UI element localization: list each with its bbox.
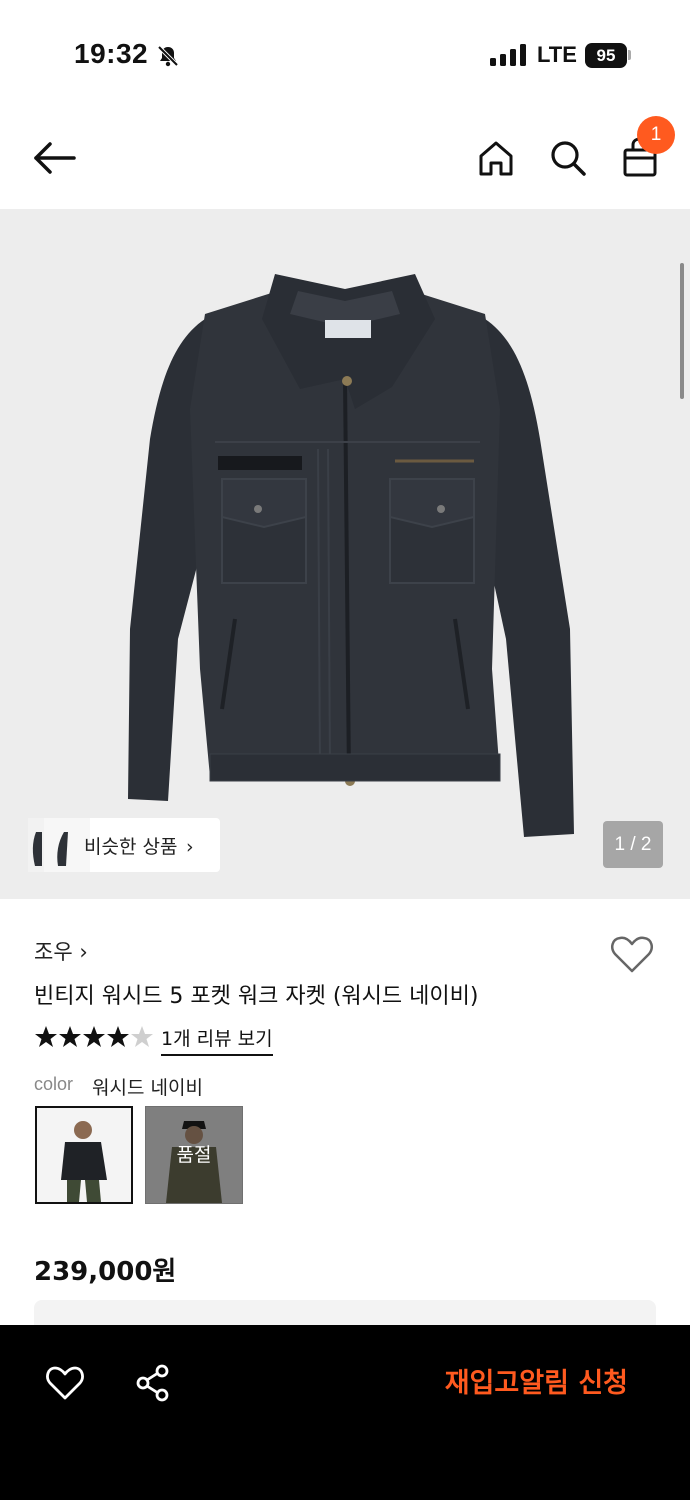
image-scrollbar[interactable] xyxy=(680,263,684,399)
heart-icon[interactable] xyxy=(610,934,654,974)
bottom-action-bar xyxy=(0,1325,690,1500)
product-title: 빈티지 워시드 5 포켓 워크 자켓 (워시드 네이비) xyxy=(34,984,479,1009)
status-bar: 19:32 LTE 95 xyxy=(0,0,690,110)
top-nav xyxy=(0,110,690,208)
star-empty-icon xyxy=(131,1026,153,1047)
color-label: color xyxy=(34,1074,74,1094)
restock-alert-button[interactable]: 재입고알림 신청 xyxy=(420,1364,628,1404)
brand-link[interactable]: 조우 › xyxy=(34,936,88,966)
back-arrow-icon[interactable] xyxy=(30,138,78,178)
chevron-right-icon: › xyxy=(186,836,194,858)
cart-count-badge: 1 xyxy=(637,116,675,154)
share-icon[interactable] xyxy=(134,1364,172,1402)
status-time: 19:32 xyxy=(74,38,149,69)
similar-products-label: 비슷한 상품 xyxy=(84,836,178,858)
battery-icon: 95 xyxy=(585,43,627,68)
bell-off-icon xyxy=(157,45,179,67)
color-swatch-navy[interactable] xyxy=(35,1106,133,1204)
image-page-indicator: 1 / 2 xyxy=(603,821,663,868)
review-link[interactable]: 1개 리뷰 보기 xyxy=(161,1024,273,1056)
home-icon[interactable] xyxy=(476,138,516,178)
search-icon[interactable] xyxy=(548,138,588,178)
signal-icon xyxy=(490,44,526,66)
battery-cap xyxy=(628,50,631,60)
swatch-navy-thumbnail xyxy=(37,1108,131,1202)
color-value: 워시드 네이비 xyxy=(92,1077,203,1099)
heart-icon[interactable] xyxy=(46,1365,84,1401)
sold-out-overlay: 품절 xyxy=(145,1106,243,1204)
product-price: 239,000원 xyxy=(34,1257,177,1287)
star-filled-icon xyxy=(35,1026,57,1047)
star-filled-icon xyxy=(83,1026,105,1047)
similar-products-thumbnails xyxy=(28,818,90,872)
star-filled-icon xyxy=(107,1026,129,1047)
network-type: LTE xyxy=(537,42,577,67)
product-image-gallery[interactable] xyxy=(0,209,690,899)
product-image xyxy=(128,274,574,837)
star-filled-icon xyxy=(59,1026,81,1047)
